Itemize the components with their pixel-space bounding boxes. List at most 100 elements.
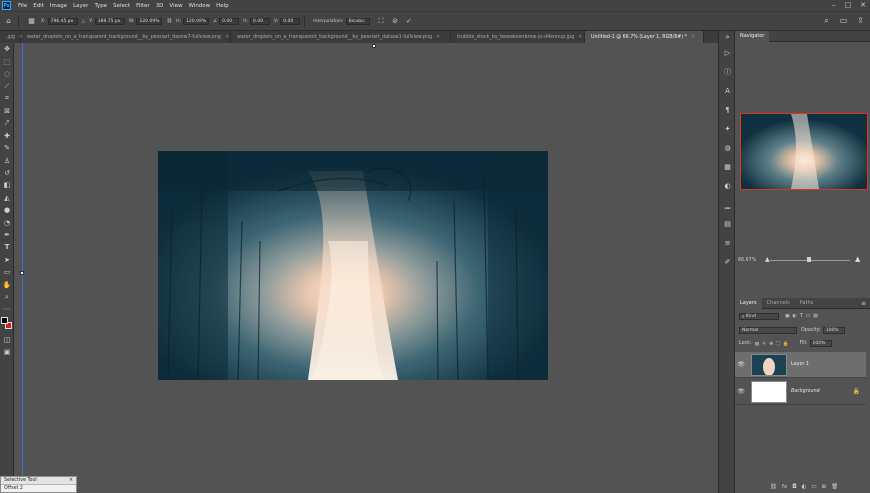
menu-window[interactable]: Window [185, 3, 213, 9]
reference-point-icon[interactable]: ▦ [26, 16, 37, 27]
link-icon[interactable]: ⛓ [166, 19, 172, 24]
fx-icon[interactable]: fx [782, 484, 787, 490]
blend-mode-select[interactable]: Normal [739, 327, 797, 334]
zoom-out-icon[interactable]: ▲ [765, 256, 770, 263]
history-icon[interactable]: ▷ [719, 43, 736, 62]
type-tool-icon[interactable]: T [0, 241, 14, 253]
history-brush-tool-icon[interactable]: ↺ [0, 167, 14, 179]
maximize-icon[interactable]: □ [845, 1, 852, 9]
libraries-icon[interactable]: ▤ [719, 214, 736, 233]
tab-paths[interactable]: Paths [795, 298, 819, 309]
h-skew-field[interactable]: 0.00 [250, 17, 271, 25]
collapse-icon[interactable]: » [719, 31, 736, 43]
interpolation-select[interactable]: Bicubic [345, 17, 370, 25]
close-icon[interactable]: × [225, 35, 229, 40]
opacity-field[interactable]: 100% [822, 327, 845, 334]
histogram-icon[interactable]: ▁ [719, 195, 736, 214]
home-icon[interactable]: ⌂ [3, 16, 14, 27]
move-tool-icon[interactable]: ✥ [0, 43, 14, 55]
more-tools-icon[interactable]: ⋯ [0, 303, 14, 315]
kind-filter-select[interactable]: ⌕ Kind [739, 313, 779, 320]
layer-row-layer-1[interactable]: 👁 Layer 1 [735, 352, 866, 378]
v-skew-field[interactable]: 0.00 [280, 17, 301, 25]
healing-brush-tool-icon[interactable]: ✚ [0, 130, 14, 142]
close-icon[interactable]: × [691, 35, 695, 40]
properties-icon[interactable]: ≡ [719, 233, 736, 252]
menu-filter[interactable]: Filter [133, 3, 153, 9]
foreground-color-swatch[interactable] [1, 316, 8, 324]
panel-menu-icon[interactable]: ≡ [861, 300, 866, 307]
hand-tool-icon[interactable]: ✋ [0, 278, 14, 290]
path-selection-tool-icon[interactable]: ➤ [0, 254, 14, 266]
floating-window-titlebar[interactable]: Selective Tool × [1, 477, 76, 485]
brush-settings-icon[interactable]: ✐ [719, 252, 736, 271]
angle-field[interactable]: 0.00 [219, 17, 240, 25]
zoom-slider-knob[interactable] [807, 257, 811, 262]
adjustments-icon[interactable]: ◐ [719, 176, 736, 195]
close-icon[interactable]: × [436, 35, 440, 40]
canvas-area[interactable] [15, 43, 718, 493]
marquee-tool-icon[interactable]: ⬚ [0, 55, 14, 67]
menu-view[interactable]: View [166, 3, 185, 9]
zoom-in-icon[interactable]: ▲ [855, 255, 860, 263]
tab-navigator[interactable]: Navigator [735, 30, 770, 42]
menu-image[interactable]: Image [47, 3, 70, 9]
group-icon[interactable]: ▭ [811, 484, 816, 490]
lightbulb-icon[interactable]: ✦ [719, 119, 736, 138]
lock-icons[interactable]: ▧✎✥⛶🔒 [755, 341, 792, 347]
tab-document-1[interactable]: water_droplets_on_a_transparent_backgrou… [21, 31, 231, 43]
shape-tool-icon[interactable]: ▭ [0, 266, 14, 278]
search-icon[interactable]: ⌕ [821, 15, 832, 26]
menu-select[interactable]: Select [110, 3, 133, 9]
link-layers-icon[interactable]: ⛓ [770, 484, 777, 490]
tab-document-2[interactable]: water_droplets_on_a_transparent_backgrou… [231, 31, 451, 43]
eye-icon[interactable]: 👁 [735, 388, 747, 395]
frame-tool-icon[interactable]: ⊠ [0, 105, 14, 117]
tab-document-active[interactable]: Untitled-1 @ 66.7% (Layer 1, RGB/8#) * × [585, 31, 704, 43]
navigator-preview[interactable] [740, 113, 868, 190]
character-icon[interactable]: A [719, 81, 736, 100]
zoom-value[interactable]: 66.67% [738, 258, 756, 263]
quick-selection-tool-icon[interactable]: ⟋ [0, 80, 14, 92]
cancel-transform-icon[interactable]: ⊘ [390, 16, 401, 27]
menu-help[interactable]: Help [213, 3, 232, 9]
height-field[interactable]: 120.09% [183, 17, 210, 25]
document-image[interactable] [158, 151, 548, 380]
floating-window[interactable]: Selective Tool × Offset 2 [0, 476, 77, 493]
y-field[interactable]: 389.75 px [94, 17, 125, 25]
menu-3d[interactable]: 3D [153, 3, 167, 9]
close-icon[interactable]: × [578, 35, 582, 40]
layer-row-background[interactable]: 👁 Background 🔒 [735, 379, 866, 405]
transform-handle[interactable] [20, 271, 24, 275]
fill-field[interactable]: 100% [809, 340, 832, 347]
layer-name[interactable]: Layer 1 [791, 362, 809, 367]
share-icon[interactable]: ⇪ [855, 15, 866, 26]
warp-icon[interactable]: ⛶ [376, 16, 387, 27]
relative-position-icon[interactable]: △ [82, 19, 85, 24]
eraser-tool-icon[interactable]: ◧ [0, 179, 14, 191]
filter-icons[interactable]: ▣◐T▭▤ [785, 314, 821, 319]
eye-icon[interactable]: 👁 [735, 361, 747, 368]
brush-tool-icon[interactable]: ✎ [0, 142, 14, 154]
dodge-tool-icon[interactable]: ◔ [0, 216, 14, 228]
menu-file[interactable]: File [15, 3, 30, 9]
info-icon[interactable]: ⓘ [719, 62, 736, 81]
menu-edit[interactable]: Edit [30, 3, 47, 9]
tab-layers[interactable]: Layers [735, 297, 762, 309]
trash-icon[interactable]: 🗑 [831, 484, 838, 490]
adjustment-layer-icon[interactable]: ◐ [802, 484, 807, 490]
commit-transform-icon[interactable]: ✓ [404, 16, 415, 27]
workspace-icon[interactable]: ▭ [838, 15, 849, 26]
color-swatches[interactable] [0, 316, 13, 334]
width-field[interactable]: 120.09% [136, 17, 163, 25]
minimize-icon[interactable]: – [832, 1, 836, 9]
close-icon[interactable]: ✕ [860, 1, 866, 9]
pen-tool-icon[interactable]: ✒ [0, 229, 14, 241]
tab-document-3[interactable]: trubble_stock_by_bewakoenbrew-jo-d4ennup… [451, 31, 585, 43]
tab-document-0[interactable]: .jpg × [0, 31, 23, 43]
eyedropper-tool-icon[interactable]: ⤤ [0, 117, 14, 129]
crop-tool-icon[interactable]: ⌗ [0, 93, 14, 105]
gradient-tool-icon[interactable]: ◭ [0, 192, 14, 204]
zoom-tool-icon[interactable]: ⌕ [0, 291, 14, 303]
color-icon[interactable]: ◍ [719, 138, 736, 157]
